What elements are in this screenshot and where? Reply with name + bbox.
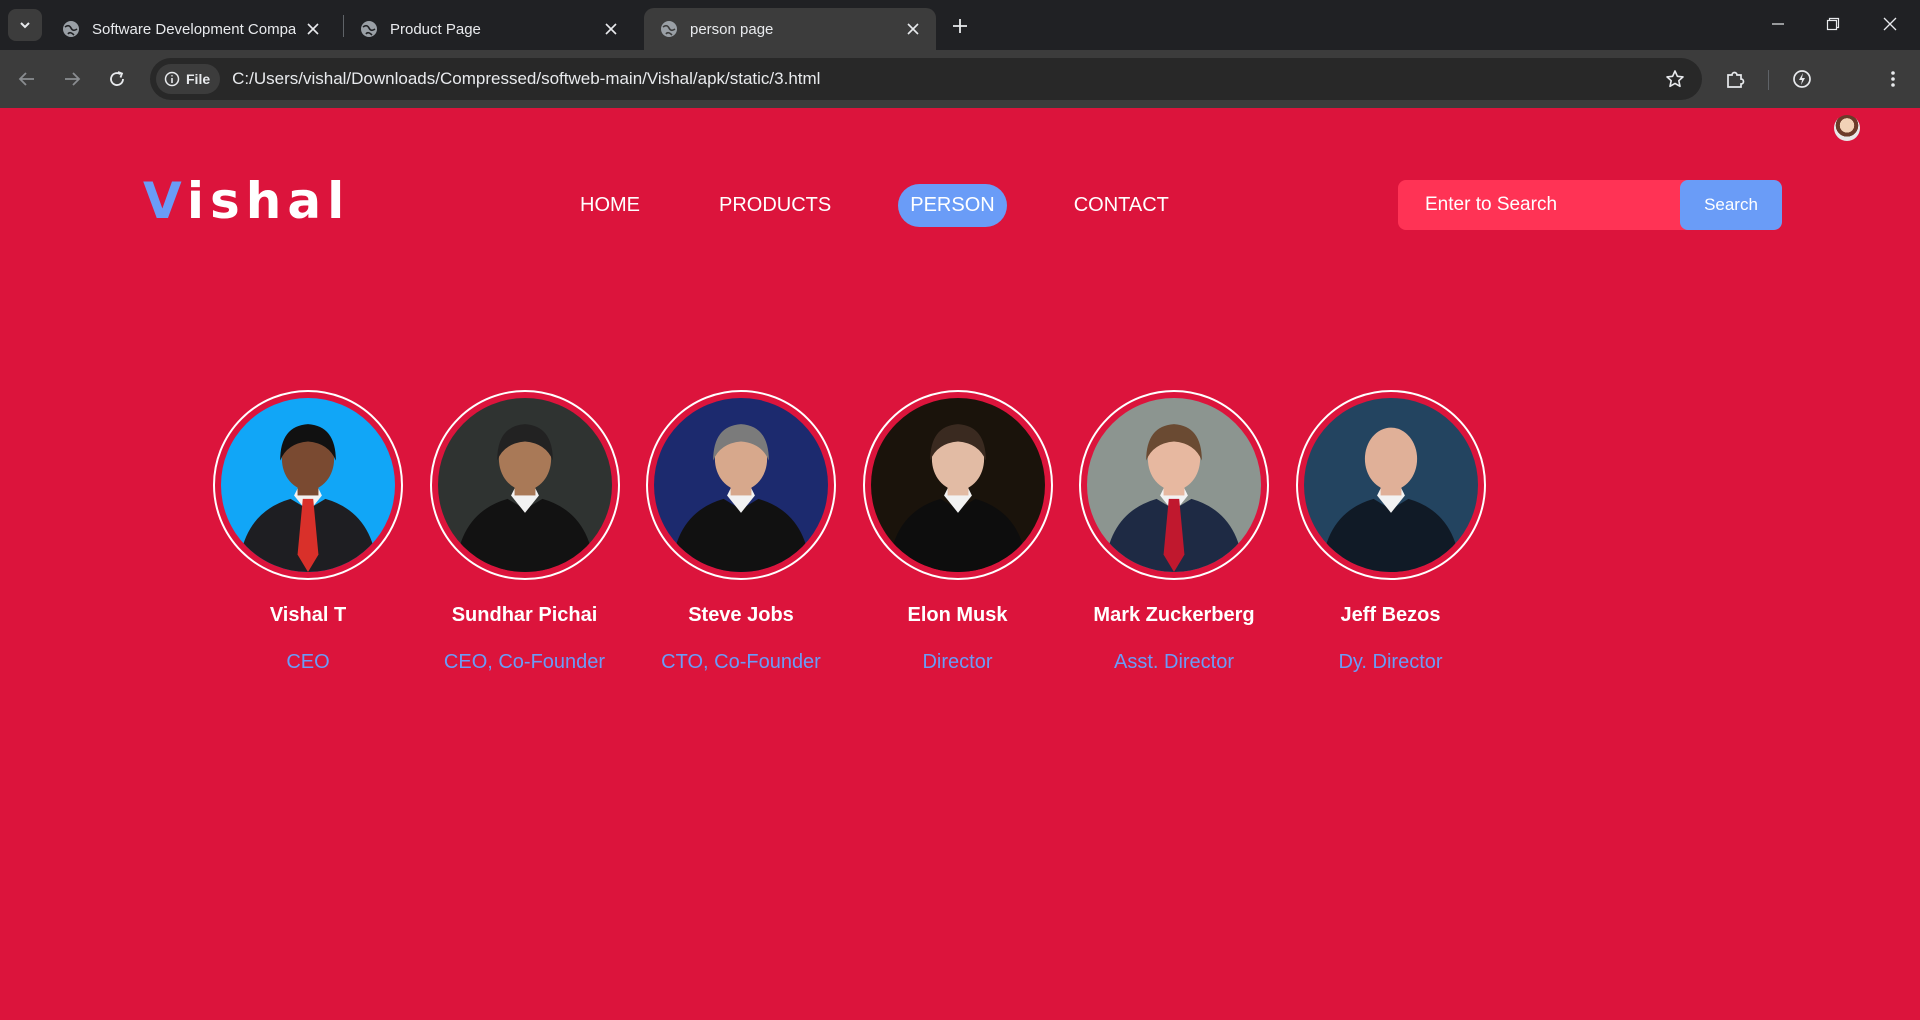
- restore-button[interactable]: [1813, 6, 1853, 42]
- person-photo-frame: [1079, 390, 1269, 580]
- person-name: Vishal T: [269, 604, 347, 626]
- tab-title: Software Development Compar: [92, 20, 296, 38]
- puzzle-icon: [1727, 71, 1745, 88]
- extensions-button[interactable]: [1720, 64, 1750, 94]
- tab-search-button[interactable]: [8, 9, 42, 41]
- url-text[interactable]: C:/Users/vishal/Downloads/Compressed/sof…: [232, 69, 1660, 89]
- search-box: Search: [1398, 180, 1782, 230]
- globe-icon: [361, 21, 377, 37]
- tab-title: Product Page: [390, 20, 481, 38]
- person-photo-frame: [1295, 390, 1486, 580]
- globe-icon: [63, 21, 79, 37]
- nav-person[interactable]: PERSON: [898, 183, 1007, 227]
- globe-icon: [661, 21, 677, 37]
- person-role: Dy. Director: [1338, 651, 1443, 673]
- forward-button[interactable]: [57, 64, 87, 94]
- logo-rest: ishal: [186, 172, 351, 230]
- site-info-label: File: [186, 71, 211, 87]
- person-card: Elon Musk Director: [862, 390, 1053, 674]
- person-role: Asst. Director: [1113, 651, 1235, 673]
- minimize-icon: [1772, 23, 1784, 25]
- person-card: Mark Zuckerberg Asst. Director: [1079, 390, 1269, 674]
- address-bar[interactable]: File C:/Users/vishal/Downloads/Compresse…: [150, 58, 1702, 100]
- browser-tab-3[interactable]: person page: [644, 8, 936, 50]
- arrow-left-icon: [18, 72, 34, 86]
- person-photo: [437, 398, 612, 572]
- person-photo: [654, 398, 828, 572]
- bookmark-star-icon[interactable]: [1660, 64, 1690, 94]
- person-card: Sundhar Pichai CEO, Co-Founder: [429, 390, 620, 674]
- search-input[interactable]: [1398, 180, 1680, 230]
- nav-home[interactable]: HOME: [568, 184, 652, 227]
- browser-menu-button[interactable]: [1878, 64, 1908, 94]
- reload-button[interactable]: [102, 64, 132, 94]
- close-icon: [1883, 17, 1897, 31]
- person-name: Steve Jobs: [688, 604, 794, 626]
- plus-icon: [953, 19, 967, 33]
- person-card: Steve Jobs CTO, Co-Founder: [646, 390, 836, 674]
- close-tab-icon[interactable]: [304, 20, 322, 38]
- nav-products[interactable]: PRODUCTS: [707, 184, 843, 227]
- back-button[interactable]: [12, 64, 42, 94]
- browser-toolbar: File C:/Users/vishal/Downloads/Compresse…: [0, 50, 1920, 141]
- person-photo-frame: [213, 390, 403, 580]
- person-role: CEO: [286, 651, 330, 673]
- person-card: Vishal T CEO: [213, 390, 403, 674]
- person-photo-frame: [862, 390, 1053, 580]
- minimize-button[interactable]: [1758, 6, 1798, 42]
- browser-tab-2[interactable]: Product Page: [344, 8, 634, 50]
- nav-contact[interactable]: CONTACT: [1062, 184, 1181, 227]
- browser-tab-1[interactable]: Software Development Compar: [46, 8, 336, 50]
- person-photo: [870, 398, 1045, 572]
- person-role: CEO, Co-Founder: [443, 651, 606, 673]
- search-button[interactable]: Search: [1680, 180, 1782, 230]
- logo-first-letter: V: [143, 172, 187, 230]
- person-photo-frame: [429, 390, 620, 580]
- info-icon: [164, 71, 180, 87]
- chevron-down-icon: [20, 22, 30, 29]
- person-name: Sundhar Pichai: [451, 604, 598, 626]
- new-tab-button[interactable]: [946, 12, 974, 40]
- person-card: Jeff Bezos Dy. Director: [1295, 390, 1486, 674]
- person-name: Mark Zuckerberg: [1093, 604, 1255, 626]
- person-role: CTO, Co-Founder: [661, 651, 821, 673]
- close-window-button[interactable]: [1870, 6, 1910, 42]
- person-photo-frame: [646, 390, 836, 580]
- reload-icon: [110, 71, 124, 86]
- site-logo[interactable]: Vishal: [143, 172, 350, 230]
- toolbar-divider: [1768, 70, 1769, 90]
- person-name: Elon Musk: [907, 604, 1008, 626]
- person-role: Director: [922, 651, 993, 673]
- more-vertical-icon: [1891, 71, 1895, 87]
- close-tab-icon[interactable]: [602, 20, 620, 38]
- person-photo: [1303, 398, 1478, 572]
- person-name: Jeff Bezos: [1340, 604, 1441, 626]
- person-photo: [221, 398, 395, 572]
- close-tab-icon[interactable]: [904, 20, 922, 38]
- energy-saver-icon: [1793, 70, 1811, 88]
- main-nav: HOME PRODUCTS PERSON CONTACT: [568, 182, 1236, 228]
- people-grid: Vishal T CEO Sundhar Pichai CEO, Co-Founder…: [213, 390, 1512, 674]
- arrow-right-icon: [65, 72, 81, 86]
- profile-avatar[interactable]: [1834, 115, 1860, 141]
- restore-icon: [1826, 17, 1840, 31]
- person-photo: [1087, 398, 1261, 572]
- browser-tabstrip: Software Development Compar Product Page…: [0, 0, 1920, 50]
- performance-button[interactable]: [1787, 64, 1817, 94]
- site-info-chip[interactable]: File: [156, 64, 221, 94]
- tab-title: person page: [690, 20, 774, 38]
